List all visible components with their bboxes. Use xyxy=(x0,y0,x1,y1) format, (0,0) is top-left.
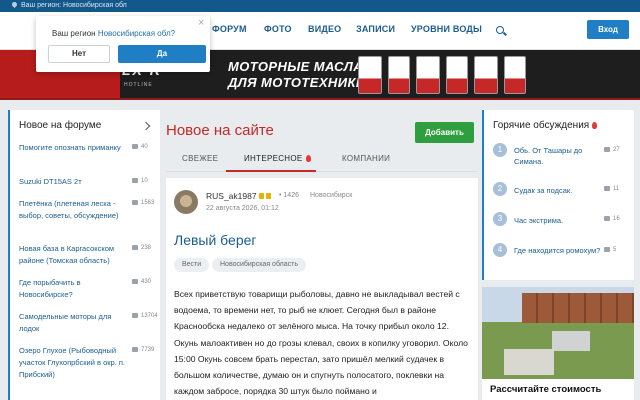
comment-icon xyxy=(132,200,138,205)
comment-count: 7739 xyxy=(132,347,154,353)
author-rating: • 1426 xyxy=(279,192,299,199)
forum-topic[interactable]: Новая база в Каргасокском районе (Томска… xyxy=(19,243,127,267)
post-body: Всех приветствую товарищи рыболовы, давн… xyxy=(174,289,468,397)
post-date: 22 августа 2026, 01:12 xyxy=(206,205,279,212)
nav-forum[interactable]: ФОРУМ xyxy=(212,24,247,34)
region-confirm-popup: × Ваш регион Новосибирская обл? Нет Да xyxy=(36,16,210,72)
tab-interesting[interactable]: ИНТЕРЕСНОЕ xyxy=(244,154,311,163)
forum-topic[interactable]: Помогите опознать приманку xyxy=(19,142,127,154)
active-tab-indicator xyxy=(226,170,316,172)
oil-bottle-image xyxy=(474,56,498,94)
oil-bottle-image xyxy=(388,56,410,94)
post-card: RUS_ak1987 • 1426 Новосибирск 22 августа… xyxy=(166,178,478,400)
comment-count: 27 xyxy=(604,147,620,153)
forum-topic[interactable]: Suzuki DT15AS 2т xyxy=(19,176,127,188)
comment-count: 5 xyxy=(604,247,616,253)
hot-discussions-title: Горячие обсуждения xyxy=(493,120,598,131)
tab-fresh[interactable]: СВЕЖЕЕ xyxy=(182,154,218,163)
nav-video[interactable]: ВИДЕО xyxy=(308,24,341,34)
comment-icon xyxy=(604,216,610,221)
main-content: Новое на сайте Добавить СВЕЖЕЕ ИНТЕРЕСНО… xyxy=(166,110,478,400)
yard-photo xyxy=(482,287,634,379)
comment-icon xyxy=(132,313,138,318)
comment-icon xyxy=(604,147,610,152)
region-name: Новосибирская обл? xyxy=(97,29,176,38)
banner-slogan: МОТОРНЫЕ МАСЛА ДЛЯ МОТОТЕХНИКИ xyxy=(228,59,366,90)
comment-count: 430 xyxy=(132,279,151,285)
side-ad[interactable]: Рассчитайте стоимость xyxy=(482,287,634,400)
comment-count: 10 xyxy=(132,178,148,184)
comment-count: 16 xyxy=(604,216,620,222)
forum-topic[interactable]: Самодельные моторы для лодок xyxy=(19,311,127,335)
forum-new-title[interactable]: Новое на форуме xyxy=(19,120,101,131)
comment-icon xyxy=(132,347,138,352)
location-pin-icon xyxy=(10,0,19,9)
oil-bottle-image xyxy=(446,56,468,94)
oil-bottle-image xyxy=(504,56,526,94)
comment-icon xyxy=(132,178,138,183)
comment-icon xyxy=(604,247,610,252)
yes-button[interactable]: Да xyxy=(118,45,206,63)
comment-count: 40 xyxy=(132,144,148,150)
fire-icon xyxy=(305,155,311,162)
rank-badge: 1 xyxy=(493,143,507,157)
oil-bottle-image xyxy=(358,56,382,94)
medal-icon xyxy=(265,193,271,199)
rank-badge: 4 xyxy=(493,243,507,257)
rank-badge: 2 xyxy=(493,182,507,196)
nav-records[interactable]: ЗАПИСИ xyxy=(356,24,395,34)
no-button[interactable]: Нет xyxy=(48,45,110,63)
forum-topic[interactable]: Где порыбачить в Новосибирске? xyxy=(19,277,127,301)
post-title[interactable]: Левый берег xyxy=(174,232,257,248)
avatar[interactable] xyxy=(174,190,198,214)
brick-fence xyxy=(522,293,634,323)
forum-new-panel: Новое на форуме Помогите опознать приман… xyxy=(8,110,160,400)
hot-topic[interactable]: Час экстрима. xyxy=(514,215,602,226)
oil-bottle-image xyxy=(416,56,440,94)
page-title: Новое на сайте xyxy=(166,122,274,139)
comment-count: 13704 xyxy=(132,313,158,319)
comment-count: 1563 xyxy=(132,200,154,206)
post-city: Новосибирск xyxy=(310,192,353,199)
tab-companies[interactable]: КОМПАНИИ xyxy=(342,154,390,163)
nav-water-levels[interactable]: УРОВНИ ВОДЫ xyxy=(411,24,482,34)
region-question: Ваш регион Новосибирская обл? xyxy=(52,29,176,38)
comment-icon xyxy=(132,245,138,250)
close-icon[interactable]: × xyxy=(198,18,204,29)
banner-hotline: HOTLINE xyxy=(124,82,153,88)
tag-news[interactable]: Вести xyxy=(174,258,210,272)
login-button[interactable]: Вход xyxy=(587,20,629,39)
medal-icon xyxy=(258,193,264,199)
content-tabs: СВЕЖЕЕ ИНТЕРЕСНОЕ КОМПАНИИ xyxy=(166,148,478,172)
hot-topic[interactable]: Обь. От Ташары до Симана. xyxy=(514,145,602,167)
hot-topic[interactable]: Где находится ромохум? xyxy=(514,245,602,256)
fire-icon xyxy=(592,122,598,129)
forum-topic[interactable]: Плетёнка (плетеная леска - выбор, советы… xyxy=(19,198,127,222)
comment-count: 238 xyxy=(132,245,151,251)
post-author[interactable]: RUS_ak1987 xyxy=(206,191,271,201)
region-bar[interactable]: Ваш регион: Новосибирская обл xyxy=(0,0,640,12)
comment-icon xyxy=(604,186,610,191)
hot-discussions-panel: Горячие обсуждения 1 Обь. От Ташары до С… xyxy=(482,110,634,280)
ad-caption: Рассчитайте стоимость xyxy=(490,384,602,395)
forum-topic[interactable]: Озеро Глухое (Рыбоводный участок Глухопр… xyxy=(19,345,127,381)
region-text[interactable]: Ваш регион: Новосибирская обл xyxy=(21,2,127,9)
nav-photo[interactable]: ФОТО xyxy=(264,24,292,34)
paving-slab xyxy=(504,349,554,375)
rank-badge: 3 xyxy=(493,212,507,226)
comment-icon xyxy=(132,279,138,284)
add-button[interactable]: Добавить xyxy=(415,122,474,143)
search-icon[interactable] xyxy=(496,26,504,34)
paving-slab xyxy=(552,331,590,351)
comment-icon xyxy=(132,144,138,149)
hot-topic[interactable]: Судак за подсак. xyxy=(514,185,602,196)
chevron-right-icon[interactable] xyxy=(141,121,151,131)
comment-count: 11 xyxy=(604,186,619,192)
tag-region[interactable]: Новосибирская область xyxy=(212,258,306,272)
